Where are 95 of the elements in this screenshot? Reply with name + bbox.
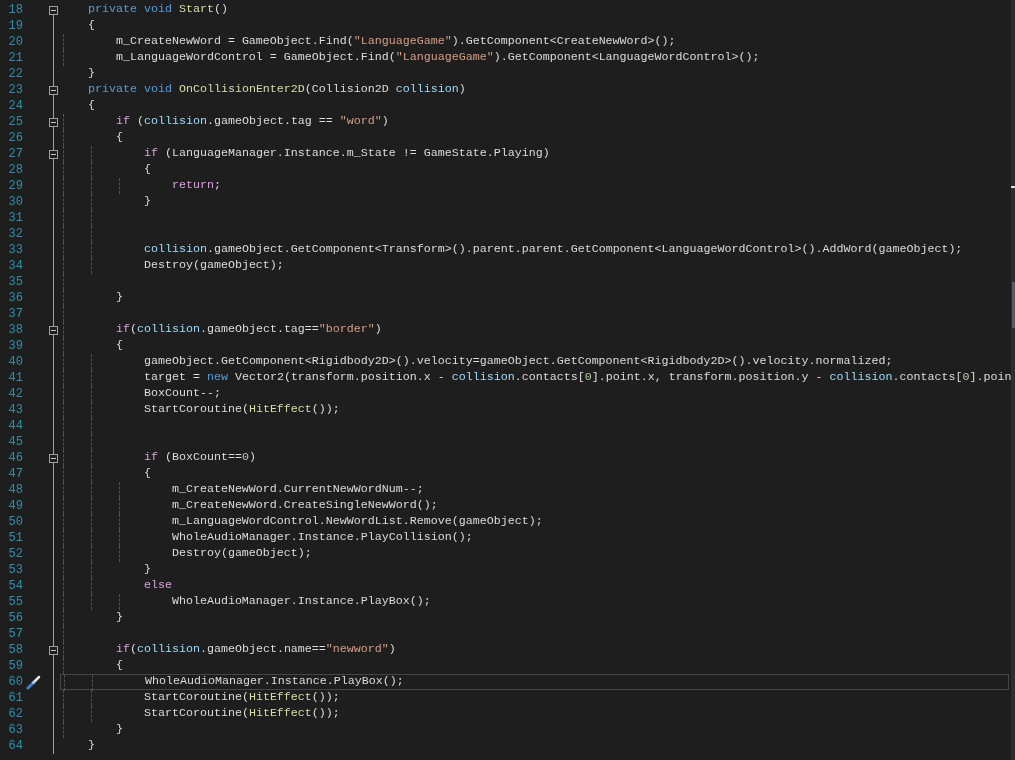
code-line: if(collision.gameObject.name=="newword") [115, 641, 396, 659]
screwdriver-icon[interactable] [26, 674, 42, 690]
code-line: Destroy(gameObject); [143, 257, 284, 275]
code-line: Destroy(gameObject); [171, 545, 312, 563]
line-number: 50 [7, 514, 23, 531]
code-line: { [143, 465, 151, 483]
line-number: 19 [7, 18, 23, 35]
code-line: { [88, 97, 95, 115]
collapse-icon[interactable] [49, 118, 58, 127]
code-line: { [115, 337, 123, 355]
code-line: { [115, 129, 123, 147]
line-number: 40 [7, 354, 23, 371]
code-line: WholeAudioManager.Instance.PlayCollision(); [171, 529, 473, 547]
code-line: private void Start() [88, 1, 228, 19]
code-line: { [143, 161, 151, 179]
code-line: StartCoroutine(HitEffect()); [143, 705, 340, 723]
code-line: { [88, 17, 95, 35]
line-number: 18 [7, 2, 23, 19]
code-line: if (LanguageManager.Instance.m_State != GameState.Playing) [143, 145, 550, 163]
line-number: 37 [7, 306, 23, 323]
line-number: 28 [7, 162, 23, 179]
line-number: 59 [7, 658, 23, 675]
line-number: 51 [7, 530, 23, 547]
code-line: else [143, 577, 172, 595]
line-number: 57 [7, 626, 23, 643]
line-number: 53 [7, 562, 23, 579]
code-line: if(collision.gameObject.tag=="border") [115, 321, 382, 339]
code-line: target = new Vector2(transform.position.x - collision.contacts[0].point.x, transform.position.y - collision.contacts[0].poin [143, 369, 1012, 387]
line-number: 49 [7, 498, 23, 515]
code-line: } [143, 561, 151, 579]
line-number: 55 [7, 594, 23, 611]
line-number: 27 [7, 146, 23, 163]
line-number: 21 [7, 50, 23, 67]
code-line: return; [171, 177, 221, 195]
line-number: 29 [7, 178, 23, 195]
line-number: 46 [7, 450, 23, 467]
line-number: 56 [7, 610, 23, 627]
code-line: m_CreateNewWord.CurrentNewWordNum--; [171, 481, 424, 499]
line-number: 20 [7, 34, 23, 51]
line-number: 44 [7, 418, 23, 435]
code-line: { [115, 657, 123, 675]
code-line: } [115, 289, 123, 307]
line-number: 52 [7, 546, 23, 563]
collapse-icon[interactable] [49, 454, 58, 463]
line-number: 48 [7, 482, 23, 499]
line-number: 60 [7, 674, 23, 691]
collapse-icon[interactable] [49, 326, 58, 335]
line-number: 25 [7, 114, 23, 131]
line-number: 61 [7, 690, 23, 707]
code-line: WholeAudioManager.Instance.PlayBox(); [144, 673, 404, 691]
line-number: 22 [7, 66, 23, 83]
line-number: 54 [7, 578, 23, 595]
line-number: 39 [7, 338, 23, 355]
line-number: 42 [7, 386, 23, 403]
code-line: if (BoxCount==0) [143, 449, 256, 467]
code-line: BoxCount--; [143, 385, 221, 403]
line-number: 33 [7, 242, 23, 259]
code-line: collision.gameObject.GetComponent<Transform>().parent.parent.GetComponent<LanguageWordControl>().AddWord(gameObject); [143, 241, 963, 259]
line-number: 26 [7, 130, 23, 147]
line-number: 47 [7, 466, 23, 483]
line-number: 43 [7, 402, 23, 419]
code-line: StartCoroutine(HitEffect()); [143, 401, 340, 419]
line-number: 35 [7, 274, 23, 291]
line-number: 31 [7, 210, 23, 227]
code-line: gameObject.GetComponent<Rigidbody2D>().velocity=gameObject.GetComponent<Rigidbody2D>().velocity.normalized; [143, 353, 893, 371]
collapse-icon[interactable] [49, 86, 58, 95]
code-line: m_CreateNewWord = GameObject.Find("LanguageGame").GetComponent<CreateNewWord>(); [115, 33, 676, 51]
code-line: m_LanguageWordControl.NewWordList.Remove(gameObject); [171, 513, 543, 531]
line-number: 32 [7, 226, 23, 243]
collapse-icon[interactable] [49, 150, 58, 159]
line-number: 45 [7, 434, 23, 451]
line-number: 63 [7, 722, 23, 739]
collapse-icon[interactable] [49, 6, 58, 15]
line-number: 24 [7, 98, 23, 115]
code-line: } [88, 737, 95, 755]
code-line: } [88, 65, 95, 83]
code-line: if (collision.gameObject.tag == "word") [115, 113, 389, 131]
code-line: m_LanguageWordControl = GameObject.Find("LanguageGame").GetComponent<LanguageWordControl>(); [115, 49, 760, 67]
code-line: private void OnCollisionEnter2D(Collision2D collision) [88, 81, 466, 99]
code-line: m_CreateNewWord.CreateSingleNewWord(); [171, 497, 438, 515]
code-line: } [115, 721, 123, 739]
line-number: 41 [7, 370, 23, 387]
line-number: 34 [7, 258, 23, 275]
code-line: } [143, 193, 151, 211]
line-number: 62 [7, 706, 23, 723]
line-number: 38 [7, 322, 23, 339]
line-number: 36 [7, 290, 23, 307]
line-number: 30 [7, 194, 23, 211]
line-number: 58 [7, 642, 23, 659]
line-number: 64 [7, 738, 23, 755]
code-line: } [115, 609, 123, 627]
code-line: WholeAudioManager.Instance.PlayBox(); [171, 593, 431, 611]
collapse-icon[interactable] [49, 646, 58, 655]
code-line: StartCoroutine(HitEffect()); [143, 689, 340, 707]
line-number: 23 [7, 82, 23, 99]
